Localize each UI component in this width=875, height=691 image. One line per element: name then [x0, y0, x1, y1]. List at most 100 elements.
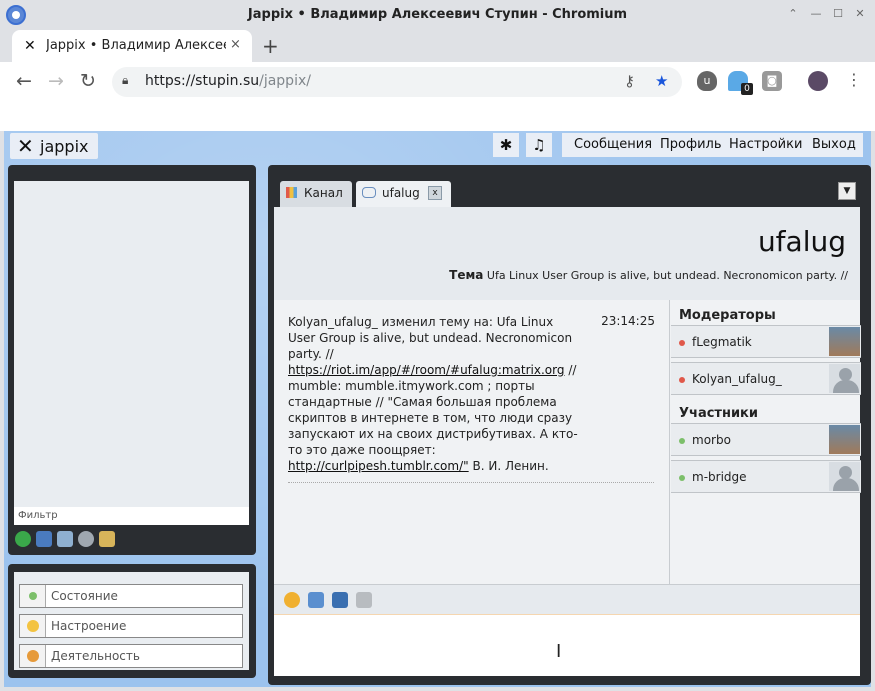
camera-icon[interactable]: ◙	[762, 71, 782, 91]
occupant-row[interactable]: Kolyan_ufalug_	[671, 362, 861, 395]
occupant-name: morbo	[692, 433, 731, 447]
text-cursor-icon: I	[556, 641, 562, 662]
menu-kebab-icon[interactable]: ⋮	[846, 70, 862, 89]
activity-field[interactable]: Деятельность	[19, 644, 243, 668]
message-list[interactable]: Kolyan_ufalug_ изменил тему на: Ufa Linu…	[274, 300, 669, 584]
ublock-icon[interactable]: u	[697, 71, 717, 91]
webcam-icon[interactable]	[78, 531, 94, 547]
room-topic: Тема Ufa Linux User Group is alive, but …	[449, 268, 848, 282]
occupant-row[interactable]: morbo	[671, 423, 861, 456]
message-separator	[288, 482, 654, 483]
tab-channel[interactable]: Канал	[280, 181, 352, 207]
browser-window: Jappix • Владимир Алексеевич Ступин - Ch…	[0, 0, 875, 691]
browser-tab[interactable]: ✕ Jappix • Владимир Алексеевич Ступин ×	[12, 30, 252, 62]
occupant-row[interactable]: m-bridge	[671, 460, 861, 493]
occupant-name: m-bridge	[692, 470, 747, 484]
key-icon[interactable]: ⚷	[624, 72, 635, 90]
lock-icon: 🔒︎	[122, 73, 129, 87]
add-contact-icon[interactable]	[15, 531, 31, 547]
address-bar[interactable]: 🔒︎ https://stupin.su/jappix/ ⚷ ★	[112, 67, 682, 97]
online-dot-icon	[29, 592, 37, 600]
tab-title: Jappix • Владимир Алексеевич Ступин	[46, 38, 226, 53]
activity-text: Деятельность	[51, 649, 140, 663]
moderators-heading: Модераторы	[679, 308, 776, 323]
window-close-button[interactable]: ✕	[852, 6, 868, 22]
join-groupchat-icon[interactable]	[36, 531, 52, 547]
online-dot-icon	[679, 475, 685, 481]
top-menu: Сообщения Профиль Настройки Выход	[562, 133, 863, 157]
message-link-curlpipesh[interactable]: http://curlpipesh.tumblr.com/"	[288, 459, 469, 473]
occupant-name: fLegmatik	[692, 335, 752, 349]
address-url: https://stupin.su/jappix/	[145, 73, 311, 89]
chat-toolbar	[274, 584, 860, 614]
window-up-icon[interactable]: ⌃	[785, 6, 801, 22]
presence-text: Состояние	[51, 589, 118, 603]
tabs-dropdown-button[interactable]: ▼	[838, 182, 856, 200]
room-name: ufalug	[757, 225, 846, 258]
busy-dot-icon	[679, 340, 685, 346]
page-top-strip	[0, 102, 875, 131]
tab-ufalug[interactable]: ufalug x	[356, 181, 451, 207]
roster-panel: Фильтр	[8, 165, 256, 555]
chat-bubble-icon	[362, 187, 376, 198]
menu-settings[interactable]: Настройки	[729, 137, 802, 152]
participants-heading: Участники	[679, 406, 758, 421]
jappix-logo-icon: ✕	[17, 134, 34, 158]
music-button[interactable]: ♫	[526, 133, 552, 157]
room-header: ufalug Тема Ufa Linux User Group is aliv…	[274, 207, 860, 300]
smiley-icon	[27, 620, 39, 632]
reload-button[interactable]: ↻	[80, 70, 96, 92]
mood-field[interactable]: Настроение	[19, 614, 243, 638]
avatar	[829, 425, 860, 454]
message-link-riot[interactable]: https://riot.im/app/#/room/#ufalug:matri…	[288, 363, 564, 377]
asterisk-button[interactable]: ✱	[493, 133, 519, 157]
avatar	[829, 327, 860, 356]
emoticon-icon[interactable]	[284, 592, 300, 608]
chat-bubbles-icon[interactable]	[57, 531, 73, 547]
tab-close-button[interactable]: ×	[230, 37, 241, 52]
avatar	[829, 462, 860, 491]
status-panel: Состояние Настроение Деятельность	[8, 564, 256, 678]
tab-channel-label: Канал	[304, 186, 343, 200]
tags-icon[interactable]	[99, 531, 115, 547]
jappix-favicon-icon: ✕	[24, 38, 36, 54]
menu-profile[interactable]: Профиль	[660, 137, 722, 152]
jappix-app: ✕ jappix ✱ ♫ Сообщения Профиль Настройки…	[4, 131, 871, 687]
menu-logout[interactable]: Выход	[812, 137, 856, 152]
window-title: Jappix • Владимир Алексеевич Ступин - Ch…	[247, 7, 628, 22]
message-input[interactable]: I	[274, 614, 860, 676]
basketball-icon	[27, 650, 39, 662]
menu-messages[interactable]: Сообщения	[574, 137, 652, 152]
message-body: Kolyan_ufalug_ изменил тему на: Ufa Linu…	[288, 315, 578, 473]
mood-text: Настроение	[51, 619, 127, 633]
browser-toolbar: ← → ↻ 🔒︎ https://stupin.su/jappix/ ⚷ ★ u…	[0, 62, 875, 102]
channel-grid-icon	[286, 187, 297, 198]
busy-dot-icon	[679, 377, 685, 383]
title-bar: Jappix • Владимир Алексеевич Ступин - Ch…	[0, 0, 875, 30]
forward-button[interactable]: →	[48, 70, 64, 92]
jappix-logo: ✕ jappix	[10, 133, 98, 159]
occupant-row[interactable]: fLegmatik	[671, 325, 861, 358]
online-dot-icon	[679, 438, 685, 444]
save-icon[interactable]	[332, 592, 348, 608]
window-minimize-button[interactable]: —	[808, 6, 824, 22]
profile-avatar[interactable]	[808, 71, 828, 91]
window-maximize-button[interactable]: ☐	[830, 6, 846, 22]
clear-icon[interactable]	[356, 592, 372, 608]
message-time: 23:14:25	[601, 314, 655, 328]
tab-close-button[interactable]: x	[428, 186, 442, 200]
back-button[interactable]: ←	[16, 70, 32, 92]
occupant-list: Модераторы fLegmatik Kolyan_ufalug_ Учас…	[669, 300, 861, 584]
text-style-icon[interactable]	[308, 592, 324, 608]
occupant-name: Kolyan_ufalug_	[692, 372, 782, 386]
chat-panel: Канал ufalug x ▼ ufalug Тема Ufa Linux U…	[268, 165, 871, 685]
avatar	[829, 364, 860, 393]
presence-field[interactable]: Состояние	[19, 584, 243, 608]
bookmark-star-icon[interactable]: ★	[655, 72, 668, 90]
roster-filter-input[interactable]: Фильтр	[14, 507, 249, 525]
filter-placeholder: Фильтр	[18, 510, 58, 521]
roster-list[interactable]	[14, 181, 249, 507]
logo-text: jappix	[40, 137, 89, 156]
tab-ufalug-label: ufalug	[382, 186, 420, 200]
new-tab-button[interactable]: +	[262, 34, 279, 58]
